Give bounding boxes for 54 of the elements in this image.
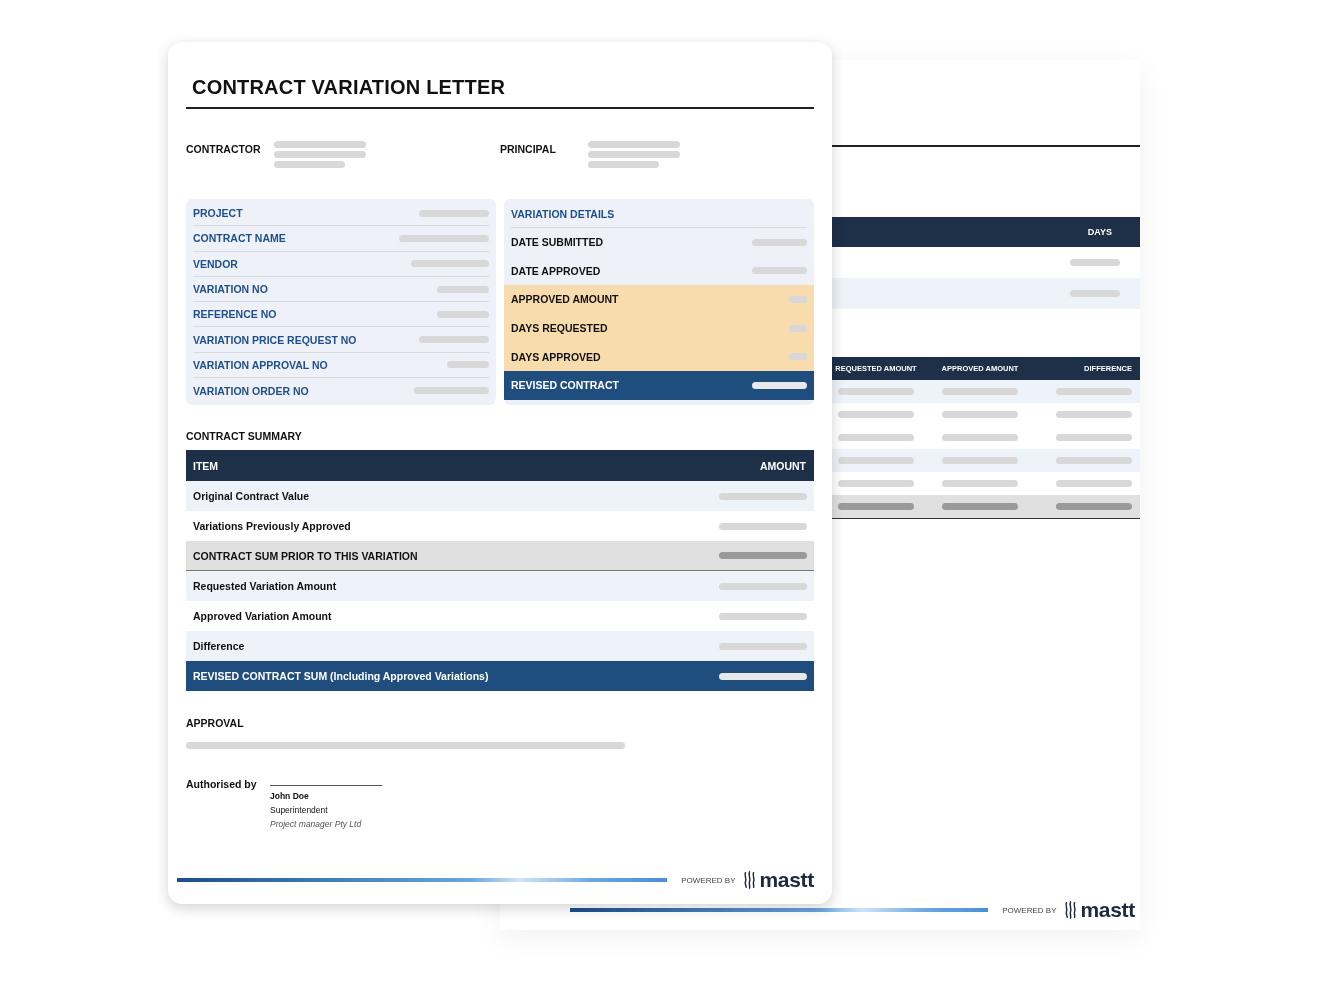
placeholder-bar [1070,290,1120,297]
column-header: AMOUNT [759,459,806,472]
field-label: VARIATION APPROVAL NO [193,358,328,371]
logo: mastt [1064,898,1135,922]
field-label: DAYS APPROVED [511,350,601,363]
field-label: DAYS REQUESTED [511,322,608,335]
flame-icon [1064,900,1078,920]
powered-by-label: POWERED BY [1002,905,1057,915]
powered-by-label: POWERED BY [681,875,736,885]
field-label: REVISED CONTRACT [511,379,619,392]
placeholder-bar [752,238,807,246]
field-label: VARIATION ORDER NO [193,384,309,397]
table-cell: Variations Previously Approved [193,520,351,533]
placeholder-bar [789,324,807,332]
section-heading: APPROVAL [186,717,245,730]
table-cell: Original Contract Value [193,490,310,503]
field-label: VARIATION NO [193,283,268,296]
field-label: DATE APPROVED [511,264,601,277]
placeholder-bar [437,285,489,293]
flame-icon [743,870,757,890]
field-label: REFERENCE NO [193,308,277,321]
placeholder-bar [789,296,807,303]
signer-company: Project manager Pty Ltd [270,818,363,832]
table-cell: CONTRACT SUM PRIOR TO THIS VARIATION [193,549,418,562]
placeholder-bar [1070,259,1120,266]
field-label: DATE SUBMITTED [511,236,603,249]
table-cell: Requested Variation Amount [193,580,337,593]
placeholder-bar [419,209,489,217]
signer-role: Superintendent [270,804,329,818]
logo: mastt [743,868,814,892]
table-cell: Difference [193,640,245,653]
placeholder-bar [447,361,489,369]
placeholder-bar [274,161,345,168]
party-label: PRINCIPAL [500,142,557,157]
placeholder-bar [588,161,659,168]
section-heading: CONTRACT SUMMARY [186,430,303,443]
placeholder-bar [752,267,807,275]
placeholder-bar [419,336,489,344]
field-label: PROJECT [193,207,243,220]
field-label: CONTRACT NAME [193,232,286,245]
column-header: ITEM [193,459,219,472]
document-title: CONTRACT VARIATION LETTER [192,76,507,99]
field-label: VARIATION PRICE REQUEST NO [193,333,357,346]
signer-name: John Doe [270,790,310,804]
panel-heading: VARIATION DETAILS [511,208,615,220]
field-label: VENDOR [193,257,238,270]
placeholder-bar [789,353,807,361]
placeholder-bar [437,310,489,318]
table-cell: REVISED CONTRACT SUM (Including Approved Variations) [193,670,489,683]
field-label: APPROVED AMOUNT [511,293,619,306]
placeholder-bar [752,381,807,389]
table-cell: Approved Variation Amount [193,610,332,623]
column-header: DAYS [1087,227,1112,237]
authorised-label: Authorised by [186,778,258,793]
